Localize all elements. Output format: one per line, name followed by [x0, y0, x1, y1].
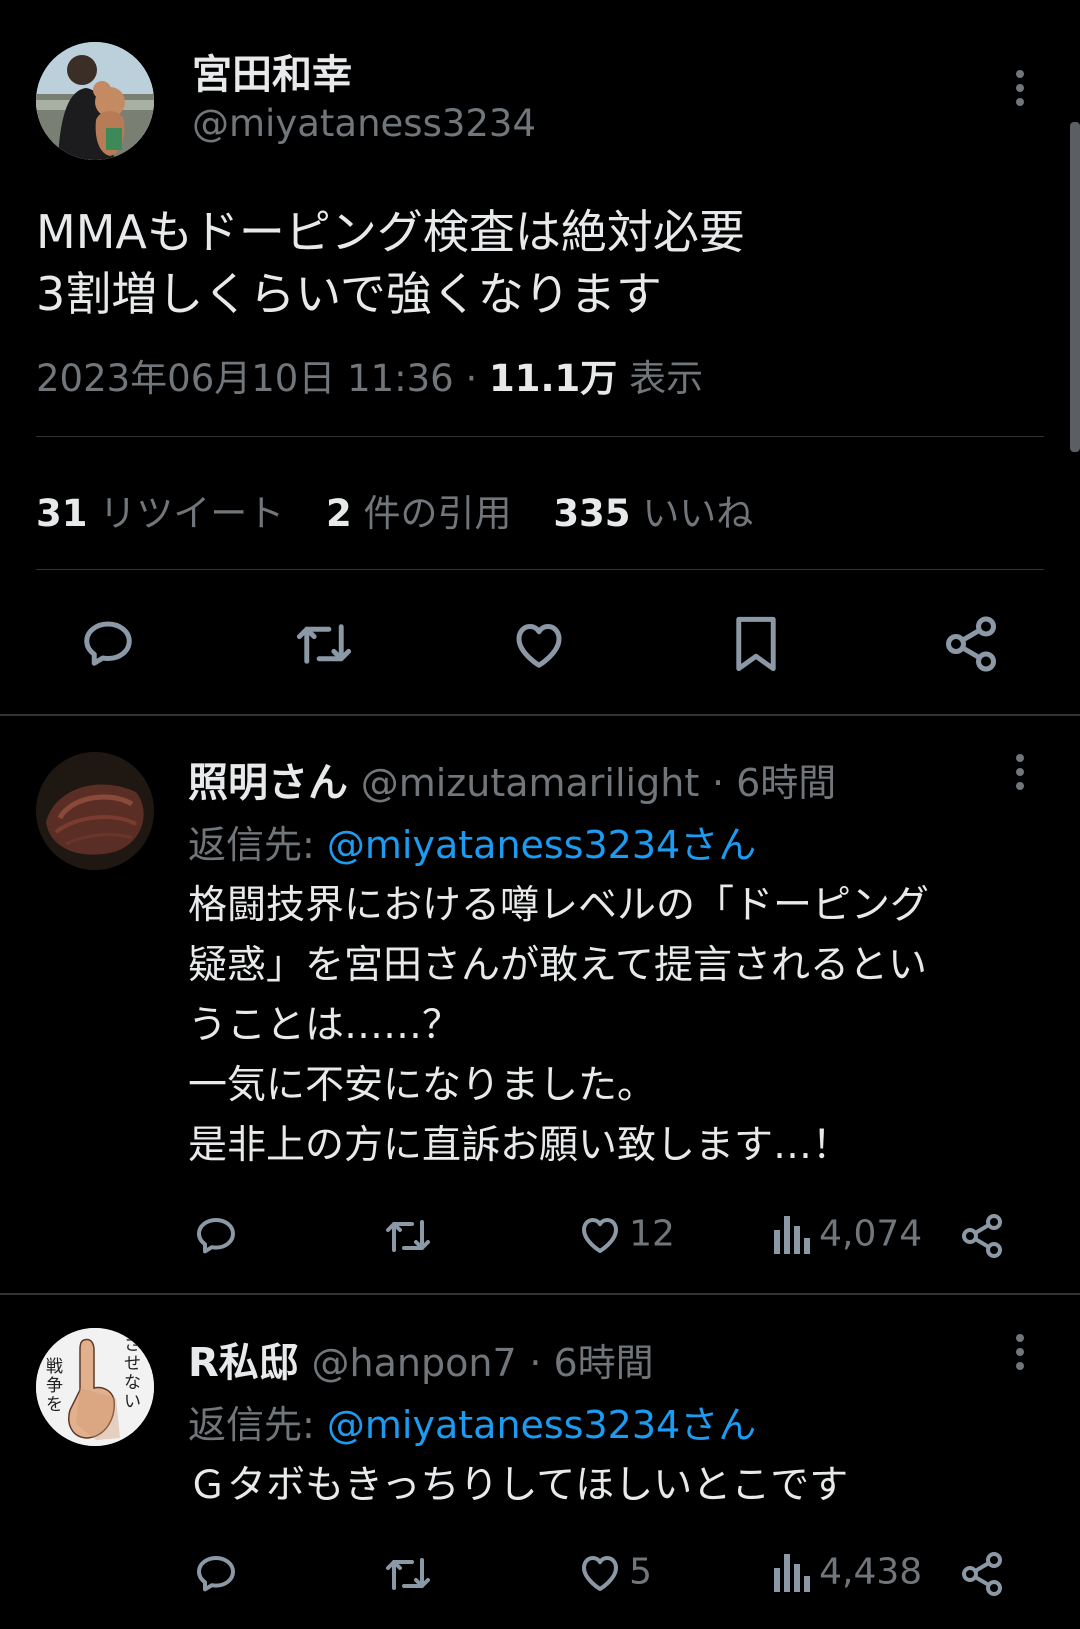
reply-1-text-line: 疑惑」を宮田さんが敢えて提言されるとい — [188, 943, 928, 988]
reply-2-handle[interactable]: @hanpon7 — [312, 1341, 517, 1385]
tweet-text-line-1: MMAもドーピング検査は絶対必要 — [36, 205, 745, 259]
views-count: 11.1万 — [489, 357, 618, 400]
reply-2-like-count: 5 — [629, 1551, 652, 1593]
likes-label: いいね — [642, 492, 754, 535]
reply-2-reply-to: 返信先: @miyataness3234さん — [188, 1394, 756, 1449]
reply-1-like-button[interactable]: 12 — [576, 1210, 675, 1258]
separator-dot: · — [465, 357, 478, 400]
reply-2-like-button[interactable]: 5 — [576, 1548, 652, 1596]
reply-2-reply-icon[interactable] — [192, 1550, 240, 1598]
reply-2-header: R私邸 @hanpon7 · 6時間 — [188, 1330, 654, 1388]
likes-count: 335 — [553, 492, 631, 535]
reply-2-reply-to-handle[interactable]: @miyataness3234さん — [327, 1403, 756, 1447]
reply-1-text-line: 格闘技界における噂レベルの「ドーピング — [188, 883, 930, 928]
reply-1-reply-icon[interactable] — [192, 1212, 240, 1260]
reply-2-more-options-icon[interactable] — [1016, 1334, 1026, 1376]
reply-2-views-count: 4,438 — [819, 1551, 923, 1593]
likes-stat[interactable]: 335 いいね — [553, 492, 753, 535]
reply-1-text-line: 是非上の方に直訴お願い致します…！ — [188, 1123, 852, 1168]
reply-2-views-button[interactable]: 4,438 — [770, 1548, 922, 1596]
reply-1-text-line: うことは……？ — [188, 1003, 462, 1048]
section-divider-2 — [0, 1293, 1080, 1295]
reply-2-retweet-icon[interactable] — [382, 1550, 434, 1598]
reply-icon[interactable] — [78, 614, 138, 674]
reply-2-display-name[interactable]: R私邸 — [188, 1340, 299, 1386]
views-label: 表示 — [629, 357, 704, 400]
reply-1-header: 照明さん @mizutamarilight · 6時間 — [188, 750, 836, 808]
divider-bottom — [36, 569, 1044, 570]
retweets-count: 31 — [36, 492, 88, 535]
reply-1-display-name[interactable]: 照明さん — [188, 760, 348, 806]
bookmark-icon[interactable] — [726, 612, 786, 676]
reply-1-reply-to: 返信先: @miyataness3234さん — [188, 814, 756, 869]
reply-1-share-icon[interactable] — [958, 1212, 1006, 1260]
reply-2-avatar-text-left: 戦争を — [46, 1357, 63, 1415]
author-display-name[interactable]: 宮田和幸 — [192, 42, 352, 100]
section-divider-1 — [0, 714, 1080, 716]
reply-1-text: 格闘技界における噂レベルの「ドーピング 疑惑」を宮田さんが敢えて提言されるとい … — [188, 876, 929, 1176]
reply-1-views-icon — [770, 1210, 814, 1258]
scrollbar-thumb[interactable] — [1070, 122, 1080, 452]
reply-2-reply-to-label: 返信先: — [188, 1403, 315, 1447]
reply-2-views-icon — [770, 1548, 814, 1596]
reply-2-avatar-text-right: させない — [124, 1335, 141, 1412]
quotes-label: 件の引用 — [363, 492, 512, 535]
retweets-label: リツイート — [99, 492, 285, 535]
quotes-stat[interactable]: 2 件の引用 — [326, 492, 523, 535]
reply-1-reply-to-label: 返信先: — [188, 823, 315, 867]
tweet-stats: 31 リツイート 2 件の引用 335 いいね — [36, 483, 753, 537]
like-icon[interactable] — [509, 614, 569, 674]
author-avatar[interactable] — [36, 42, 154, 160]
tweet-timestamp[interactable]: 2023年06月10日 11:36 — [36, 357, 454, 400]
retweet-icon[interactable] — [292, 614, 356, 674]
reply-2-like-icon — [576, 1548, 624, 1596]
reply-1-text-line: 一気に不安になりました。 — [188, 1063, 657, 1108]
reply-1-like-icon — [576, 1210, 624, 1258]
reply-2-text: Ｇタボもきっちりしてほしいとこです — [188, 1456, 848, 1516]
reply-2-text-line: Ｇタボもきっちりしてほしいとこです — [188, 1463, 849, 1508]
reply-1-views-button[interactable]: 4,074 — [770, 1210, 922, 1258]
reply-1-avatar[interactable] — [36, 752, 154, 870]
tweet-meta: 2023年06月10日 11:36 · 11.1万 表示 — [36, 348, 703, 402]
reply-2-share-icon[interactable] — [958, 1550, 1006, 1598]
quotes-count: 2 — [326, 492, 352, 535]
reply-1-views-count: 4,074 — [819, 1213, 923, 1255]
retweets-stat[interactable]: 31 リツイート — [36, 492, 296, 535]
reply-1-handle[interactable]: @mizutamarilight — [361, 761, 700, 805]
share-icon[interactable] — [941, 614, 1001, 674]
reply-1-retweet-icon[interactable] — [382, 1212, 434, 1260]
reply-1-time[interactable]: · 6時間 — [712, 761, 836, 805]
reply-1-reply-to-handle[interactable]: @miyataness3234さん — [327, 823, 756, 867]
more-options-icon[interactable] — [1016, 70, 1026, 112]
divider-top — [36, 436, 1044, 437]
reply-1-like-count: 12 — [629, 1213, 675, 1255]
author-handle[interactable]: @miyataness3234 — [192, 102, 536, 145]
reply-2-time[interactable]: · 6時間 — [529, 1341, 653, 1385]
tweet-text-line-2: 3割増しくらいで強くなります — [36, 267, 662, 321]
reply-1-more-options-icon[interactable] — [1016, 754, 1026, 796]
reply-2-avatar[interactable]: させない 戦争を — [36, 1328, 154, 1446]
